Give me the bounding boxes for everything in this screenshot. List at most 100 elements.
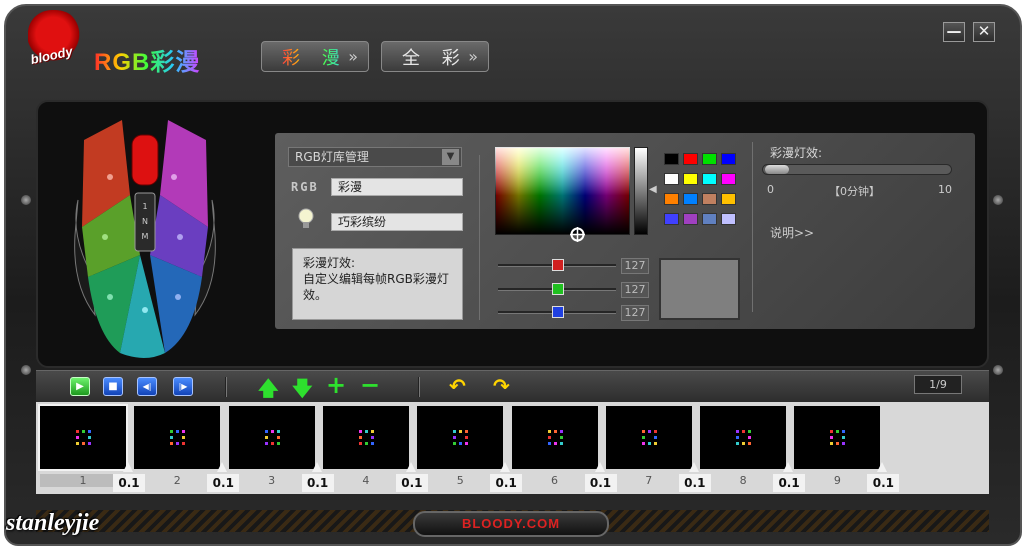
svg-text:1: 1: [142, 202, 147, 211]
minimize-button[interactable]: —: [943, 22, 965, 42]
caret-up-icon: [877, 462, 888, 472]
color-swatch[interactable]: [721, 193, 736, 205]
frame-thumbnail[interactable]: [322, 406, 409, 469]
color-swatch[interactable]: [721, 173, 736, 185]
frame-thumbnail[interactable]: [700, 406, 787, 469]
red-value[interactable]: 127: [621, 258, 649, 274]
frame-led: [270, 430, 274, 433]
frame-thumbnail[interactable]: [794, 406, 881, 469]
remove-frame-icon[interactable]: −: [360, 371, 380, 399]
rgb-label: RGB: [291, 180, 319, 194]
last-frame-button[interactable]: |▶: [173, 377, 193, 396]
frame-thumbnail[interactable]: [511, 406, 598, 469]
frame-led: [453, 430, 457, 433]
speed-max: 10: [938, 183, 952, 196]
frame-duration[interactable]: 0.1: [867, 474, 900, 492]
frame-led: [459, 430, 463, 433]
stop-button[interactable]: ■: [103, 377, 123, 396]
blue-slider-thumb[interactable]: [552, 306, 564, 318]
green-slider-thumb[interactable]: [552, 283, 564, 295]
frame-led: [842, 436, 846, 439]
frame-led: [653, 442, 657, 445]
tab-label: 全 彩: [402, 47, 468, 69]
frame-thumbnail[interactable]: [134, 406, 221, 469]
lightbulb-icon: [298, 208, 314, 228]
caret-up-icon: [217, 462, 228, 472]
toolbar-separator: [418, 377, 420, 397]
frame-thumbnail[interactable]: [605, 406, 692, 469]
rgb-name-field[interactable]: 彩漫: [331, 178, 463, 196]
color-swatch[interactable]: [702, 213, 717, 225]
frame-led: [547, 430, 551, 433]
frame-led: [641, 430, 645, 433]
brightness-bar[interactable]: [634, 147, 648, 235]
caret-up-icon: [405, 462, 416, 472]
color-swatch[interactable]: [683, 173, 698, 185]
blue-value[interactable]: 127: [621, 305, 649, 321]
divider: [479, 155, 480, 320]
color-swatch[interactable]: [721, 153, 736, 165]
frame-led: [641, 436, 645, 439]
color-swatch[interactable]: [664, 213, 679, 225]
color-swatch[interactable]: [683, 153, 698, 165]
frame-led: [647, 430, 651, 433]
speed-current: 【0分钟】: [829, 185, 880, 198]
frame-thumbnail[interactable]: [228, 406, 315, 469]
frame-thumbnail[interactable]: [417, 406, 504, 469]
frame-led: [170, 436, 174, 439]
app-title: RGB彩漫: [94, 42, 200, 77]
effect-speed-thumb[interactable]: [765, 165, 789, 174]
frame-led: [465, 430, 469, 433]
gaming-mouse-icon: 1 N M: [74, 120, 216, 358]
frame-led: [559, 436, 563, 439]
tab-rgb-animation[interactable]: 彩 漫 »: [261, 41, 369, 72]
frame-thumbnail[interactable]: [38, 404, 128, 471]
color-swatch[interactable]: [702, 153, 717, 165]
color-spectrum-overlay: [495, 147, 630, 235]
color-swatch[interactable]: [664, 193, 679, 205]
frame-led: [182, 442, 186, 445]
effect-name-field[interactable]: 巧彩缤纷: [331, 213, 463, 231]
color-swatch[interactable]: [664, 153, 679, 165]
footer-site-label[interactable]: BLOODY.COM: [413, 511, 609, 537]
chevron-right-icon: »: [468, 47, 478, 66]
undo-icon[interactable]: ↶: [449, 374, 466, 398]
effect-speed-label: 彩漫灯效:: [770, 146, 823, 160]
close-button[interactable]: ✕: [973, 22, 995, 42]
frame-led: [453, 436, 457, 439]
frame-led: [748, 442, 752, 445]
frame-led: [264, 442, 268, 445]
chevron-down-icon[interactable]: ▼: [442, 149, 459, 165]
frame-led: [270, 442, 274, 445]
light-library-select[interactable]: RGB灯库管理 ▼: [288, 147, 462, 167]
tab-full-color[interactable]: 全 彩 »: [381, 41, 489, 72]
frame-led: [547, 442, 551, 445]
frame-led: [264, 430, 268, 433]
redo-icon[interactable]: ↷: [493, 374, 510, 398]
help-link[interactable]: 说明>>: [770, 224, 814, 241]
color-swatch[interactable]: [683, 193, 698, 205]
first-frame-button[interactable]: ◀|: [137, 377, 157, 396]
frame-led: [276, 430, 280, 433]
play-button[interactable]: ▶: [70, 377, 90, 396]
caret-up-icon: [783, 462, 794, 472]
color-swatch[interactable]: [683, 213, 698, 225]
color-swatch[interactable]: [664, 173, 679, 185]
frame-led: [88, 430, 91, 433]
frame-led: [736, 442, 740, 445]
frame-led: [370, 430, 374, 433]
bolt-icon: [993, 365, 1003, 375]
brightness-marker-icon[interactable]: ◀: [649, 184, 657, 195]
frame-led: [176, 430, 180, 433]
frame-led: [641, 442, 645, 445]
green-value[interactable]: 127: [621, 282, 649, 298]
speed-min: 0: [767, 183, 774, 196]
color-swatch[interactable]: [702, 193, 717, 205]
color-swatch[interactable]: [702, 173, 717, 185]
frame-led: [836, 430, 840, 433]
frame-led: [276, 436, 280, 439]
color-swatch[interactable]: [721, 213, 736, 225]
add-frame-icon[interactable]: +: [326, 371, 346, 399]
effect-speed-slider[interactable]: [762, 164, 952, 175]
red-slider-thumb[interactable]: [552, 259, 564, 271]
